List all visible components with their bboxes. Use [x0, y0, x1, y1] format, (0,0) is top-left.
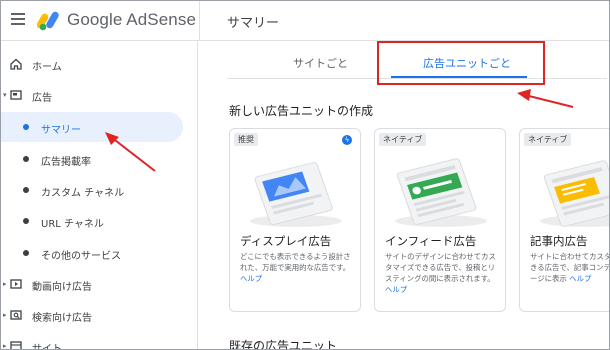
- sidebar-item-label: カスタム チャネル: [41, 188, 125, 199]
- annotation-highlight-box: [377, 41, 545, 85]
- section-title-existing-ad-units: 既存の広告ユニット: [229, 339, 338, 350]
- sidebar-item-url-channels[interactable]: URL チャネル: [1, 206, 183, 236]
- help-link[interactable]: ヘルプ: [569, 274, 591, 283]
- bullet-icon: [23, 218, 29, 224]
- sidebar-item-video-ads[interactable]: ▸ 動画向け広告: [1, 269, 183, 299]
- video-ads-icon: [10, 279, 22, 289]
- sidebar-item-label: URL チャネル: [41, 219, 104, 230]
- expand-arrow-icon[interactable]: ▸: [3, 342, 7, 349]
- header-divider: [199, 1, 200, 41]
- sidebar-item-label: サマリー: [41, 125, 81, 136]
- sidebar-item-ads[interactable]: ▾ 広告: [1, 80, 183, 110]
- sidebar-item-other-services[interactable]: その他のサービス: [1, 238, 183, 268]
- expand-arrow-icon[interactable]: ▸: [3, 280, 7, 288]
- lightning-icon: ϟ: [342, 135, 352, 145]
- bullet-icon: [23, 187, 29, 193]
- ads-icon: [10, 90, 22, 100]
- annotation-arrow-icon: [517, 89, 574, 108]
- help-link[interactable]: ヘルプ: [385, 285, 407, 294]
- sidebar-item-sites[interactable]: ▸ サイト: [1, 331, 183, 350]
- card-description-text: サイトのデザインに合わせてカスタマイズできる広告で、投稿とリスティングの間に表示…: [385, 252, 496, 283]
- in-feed-ad-illustration-icon: [395, 158, 487, 227]
- card-title: ディスプレイ広告: [240, 234, 332, 248]
- adsense-window: Google AdSense サマリー ホーム ▾ 広告 サマリー 広告掲載率 …: [0, 0, 610, 350]
- sidebar-item-label: 検索向け広告: [32, 313, 92, 324]
- collapse-arrow-icon[interactable]: ▾: [3, 91, 7, 99]
- sidebar-item-label: その他のサービス: [41, 251, 121, 262]
- help-link[interactable]: ヘルプ: [240, 274, 262, 283]
- sidebar-item-label: ホーム: [32, 62, 62, 73]
- card-title: 記事内広告: [530, 234, 588, 248]
- search-ads-icon: [10, 310, 22, 320]
- sidebar-item-custom-channels[interactable]: カスタム チャネル: [1, 175, 183, 205]
- card-description: サイトのデザインに合わせてカスタマイズできる広告で、投稿とリスティングの間に表示…: [385, 251, 501, 295]
- bullet-icon: [23, 124, 29, 130]
- sidebar-item-home[interactable]: ホーム: [1, 49, 183, 79]
- ad-unit-card-in-feed[interactable]: ネイティブ インフィード広告 サイトのデザインに合わせてカスタマイズできる広告で…: [374, 128, 506, 312]
- sidebar-item-label: 広告: [32, 93, 52, 104]
- card-badge: ネイティブ: [524, 133, 572, 146]
- sidebar-item-label: 動画向け広告: [32, 282, 92, 293]
- sidebar-item-label: サイト: [32, 344, 62, 350]
- card-badge: ネイティブ: [379, 133, 427, 146]
- card-description: どこにでも表示できるよう設計された、万能で実用的な広告です。 ヘルプ: [240, 251, 356, 284]
- bullet-icon: [23, 250, 29, 256]
- bullet-icon: [23, 156, 29, 162]
- card-description: サイトに合わせてカスタマイズできる広告で、記事コンテンツのページに表示 ヘルプ: [530, 251, 609, 284]
- card-title: インフィード広告: [385, 234, 477, 248]
- ad-unit-card-in-article[interactable]: ネイティブ 記事内広告 サイトに合わせてカスタマイズできる広告で、記事コンテンツ…: [519, 128, 609, 312]
- sidebar-item-label: 広告掲載率: [41, 157, 91, 168]
- in-article-ad-illustration-icon: [540, 160, 609, 227]
- card-badge: 推奨: [234, 133, 258, 146]
- sidebar-divider: [197, 41, 198, 349]
- expand-arrow-icon[interactable]: ▸: [3, 311, 7, 319]
- sidebar-item-search-ads[interactable]: ▸ 検索向け広告: [1, 300, 183, 330]
- annotation-arrow-icon: [105, 132, 156, 172]
- card-description-text: どこにでも表示できるよう設計された、万能で実用的な広告です。: [240, 252, 351, 272]
- display-ad-illustration-icon: [250, 162, 342, 227]
- sidebar: ホーム ▾ 広告 サマリー 広告掲載率 カスタム チャネル URL チャネル そ…: [1, 41, 197, 350]
- hamburger-menu-icon[interactable]: [11, 13, 25, 25]
- ad-unit-card-display[interactable]: 推奨 ϟ ディスプレイ広告 どこにでも表示できるよう設計された、万能で実用的な広…: [229, 128, 361, 312]
- page-title: サマリー: [227, 16, 280, 31]
- brand-name: Google AdSense: [67, 10, 196, 29]
- home-icon: [10, 58, 22, 70]
- section-title-new-ad-unit: 新しい広告ユニットの作成: [229, 104, 374, 118]
- top-app-bar: Google AdSense サマリー: [1, 1, 609, 41]
- adsense-logo-icon: [37, 11, 59, 31]
- sites-icon: [10, 341, 22, 349]
- tab-by-site[interactable]: サイトごと: [293, 55, 348, 71]
